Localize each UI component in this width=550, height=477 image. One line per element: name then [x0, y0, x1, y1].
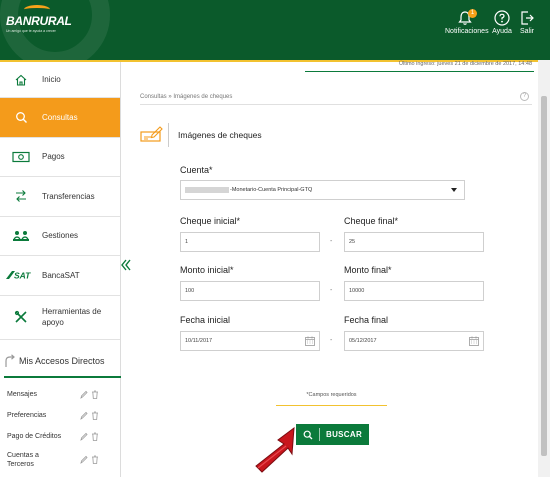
- edit-icon[interactable]: [80, 411, 88, 420]
- shortcut-item[interactable]: Cuentas a Terceros: [0, 447, 120, 473]
- people-desk-icon: [0, 229, 42, 243]
- caret-down-icon: [451, 188, 457, 192]
- logo-text: BANRURAL: [6, 14, 72, 28]
- question-icon: [494, 10, 510, 26]
- banrural-logo[interactable]: BANRURAL Un amigo que te ayuda a crecer: [6, 5, 72, 33]
- page-title: Imágenes de cheques: [178, 130, 262, 140]
- edit-icon[interactable]: [80, 432, 88, 441]
- sat-logo-icon: SAT: [0, 270, 42, 280]
- breadcrumb-divider: [140, 104, 532, 105]
- range-separator: -: [330, 287, 333, 294]
- required-fields-note: *Campos requeridos: [306, 392, 357, 398]
- svg-text:SAT: SAT: [14, 271, 31, 281]
- shortcut-label: Pago de Créditos: [7, 432, 62, 440]
- sidebar-item-label: BancaSAT: [42, 270, 80, 280]
- banknote-icon: [0, 151, 42, 163]
- calendar-icon[interactable]: [469, 336, 479, 346]
- sidebar-item-gestiones[interactable]: Gestiones: [0, 217, 120, 256]
- cheque-inicial-input[interactable]: 1: [180, 232, 320, 252]
- sidebar-item-label: Inicio: [42, 75, 61, 84]
- sidebar-item-label: Transferencias: [42, 191, 95, 201]
- notifications-button[interactable]: 1 Notificaciones: [445, 9, 489, 35]
- accesos-title-label: Mis Accesos Directos: [19, 355, 105, 366]
- shortcut-label: Mensajes: [7, 390, 37, 398]
- exit-button[interactable]: Salir: [517, 10, 537, 35]
- cheque-inicial-label: Cheque inicial*: [180, 216, 241, 226]
- transfer-icon: [0, 189, 42, 203]
- breadcrumb: Consultas » Imágenes de cheques: [140, 94, 233, 100]
- collapse-sidebar-button[interactable]: [121, 258, 131, 275]
- trash-icon[interactable]: [91, 432, 99, 441]
- cuenta-label: Cuenta*: [180, 165, 213, 175]
- shortcut-item[interactable]: Preferencias: [0, 405, 120, 426]
- monto-inicial-label: Monto inicial*: [180, 265, 234, 275]
- calendar-icon[interactable]: [305, 336, 315, 346]
- trash-icon[interactable]: [91, 411, 99, 420]
- fecha-final-value: 05/12/2017: [349, 338, 377, 344]
- logout-icon: [521, 11, 534, 25]
- app-header: BANRURAL Un amigo que te ayuda a crecer …: [0, 0, 550, 60]
- logo-leaf-icon: [24, 5, 50, 14]
- exit-label: Salir: [519, 28, 534, 35]
- fecha-inicial-label: Fecha inicial: [180, 315, 231, 325]
- fecha-inicial-input[interactable]: 10/11/2017: [180, 331, 320, 351]
- home-icon: [0, 73, 42, 87]
- monto-final-label: Monto final*: [344, 265, 392, 275]
- sidebar-item-bancasat[interactable]: SAT BancaSAT: [0, 256, 120, 296]
- edit-icon[interactable]: [80, 455, 88, 464]
- sidebar-item-label: Consultas: [42, 112, 78, 122]
- sidebar: Inicio Consultas Pagos Transferencias Ge…: [0, 62, 121, 477]
- cuenta-value: -Monetario-Cuenta Principal-GTQ: [230, 187, 313, 193]
- monto-final-input[interactable]: 10000: [344, 281, 484, 301]
- buscar-button[interactable]: BUSCAR: [296, 424, 369, 445]
- cuenta-select[interactable]: -Monetario-Cuenta Principal-GTQ: [180, 180, 465, 200]
- sidebar-item-transferencias[interactable]: Transferencias: [0, 177, 120, 217]
- tools-icon: [0, 310, 42, 324]
- shortcut-item[interactable]: Mensajes: [0, 384, 120, 405]
- sidebar-item-herramientas[interactable]: Herramientas de apoyo: [0, 296, 120, 340]
- accesos-divider: [4, 375, 121, 378]
- search-icon: [296, 428, 320, 441]
- range-separator: -: [330, 337, 333, 344]
- sidebar-item-label: Gestiones: [42, 231, 79, 241]
- edit-icon[interactable]: [80, 390, 88, 399]
- title-divider: [168, 123, 169, 147]
- fecha-final-input[interactable]: 05/12/2017: [344, 331, 484, 351]
- sidebar-item-label: Pagos: [42, 152, 65, 162]
- logo-tagline: Un amigo que te ayuda a crecer: [6, 29, 56, 33]
- shortcut-arrow-icon: [5, 353, 15, 367]
- accesos-directos-title: Mis Accesos Directos: [0, 346, 120, 376]
- notifications-label: Notificaciones: [445, 28, 489, 35]
- sidebar-item-inicio[interactable]: Inicio: [0, 62, 120, 98]
- pointer-arrow-icon: [255, 426, 295, 473]
- sidebar-item-pagos[interactable]: Pagos: [0, 138, 120, 177]
- shortcut-label: Preferencias: [7, 411, 47, 419]
- buscar-label: BUSCAR: [326, 430, 363, 439]
- fecha-inicial-value: 10/11/2017: [185, 338, 213, 344]
- range-separator: -: [330, 238, 333, 245]
- shortcut-item[interactable]: Pago de Créditos: [0, 426, 120, 447]
- help-label: Ayuda: [492, 28, 512, 35]
- scrollbar-thumb[interactable]: [541, 96, 547, 456]
- shortcut-label: Cuentas a Terceros: [7, 451, 39, 468]
- help-icon[interactable]: ?: [520, 92, 529, 101]
- cheque-final-input[interactable]: 25: [344, 232, 484, 252]
- check-image-icon: [139, 125, 163, 148]
- required-note-underline: [276, 405, 387, 406]
- double-chevron-left-icon: [121, 259, 131, 271]
- trash-icon[interactable]: [91, 455, 99, 464]
- sidebar-item-consultas[interactable]: Consultas: [0, 98, 120, 138]
- info-divider: [305, 71, 534, 72]
- monto-inicial-input[interactable]: 100: [180, 281, 320, 301]
- sidebar-item-label: Herramientas de apoyo: [42, 307, 102, 327]
- search-icon: [0, 111, 42, 124]
- fecha-final-label: Fecha final: [344, 315, 389, 325]
- masked-account-number: [185, 186, 229, 193]
- help-button[interactable]: Ayuda: [491, 10, 513, 35]
- trash-icon[interactable]: [91, 390, 99, 399]
- notifications-badge: 1: [468, 9, 477, 18]
- cheque-final-label: Cheque final*: [344, 216, 399, 226]
